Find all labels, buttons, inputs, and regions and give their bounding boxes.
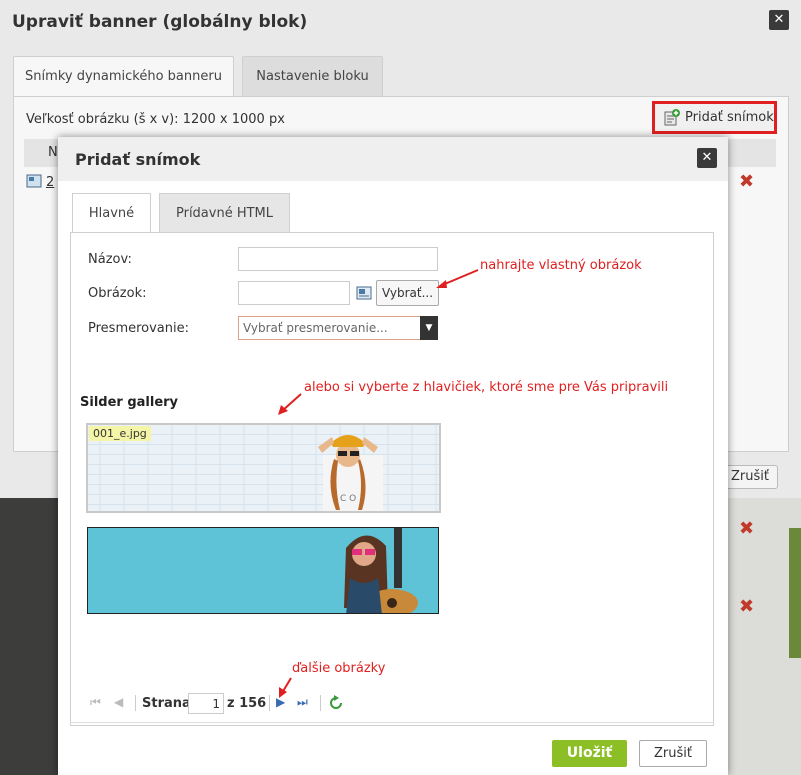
add-slide-button[interactable]: Pridať snímok	[652, 101, 777, 134]
pager-separator	[269, 695, 270, 711]
gallery-title: Silder gallery	[80, 395, 179, 410]
image-browse-icon[interactable]	[356, 285, 372, 301]
background-green-strip	[789, 528, 801, 658]
previous-page-icon[interactable]: ◀	[114, 695, 123, 709]
image-icon	[26, 174, 42, 188]
column-header-fragment: N	[48, 145, 58, 160]
pager-separator	[135, 695, 136, 711]
tab-block-settings[interactable]: Nastavenie bloku	[242, 56, 383, 96]
cancel-button[interactable]: Zrušiť	[639, 740, 707, 767]
tab-additional-html[interactable]: Prídavné HTML	[159, 193, 290, 233]
annotation-choose: alebo si vyberte z hlavičiek, ktoré sme …	[304, 380, 669, 395]
refresh-icon[interactable]	[328, 695, 344, 711]
delete-slide-icon[interactable]: ✖	[739, 171, 754, 192]
close-add-slide-button[interactable]: ✕	[697, 148, 717, 168]
gallery-pager: ⏮ ◀ Strana z 156 ▶ ⏭	[88, 693, 688, 714]
chevron-down-icon[interactable]: ▼	[420, 316, 438, 340]
arrow-icon	[278, 393, 302, 415]
gallery-thumbnail[interactable]	[87, 527, 439, 614]
footer-divider	[70, 722, 714, 723]
last-page-icon[interactable]: ⏭	[297, 695, 308, 710]
close-dialog-button[interactable]: ✕	[769, 10, 789, 30]
add-slide-dialog: Pridať snímok ✕ Hlavné Prídavné HTML Náz…	[58, 137, 728, 775]
arrow-icon	[436, 269, 479, 288]
annotation-upload: nahrajte vlastný obrázok	[480, 258, 642, 273]
main-tab-panel: Názov: Obrázok: Vybrať... Presmerovanie:…	[70, 232, 714, 726]
redirect-label: Presmerovanie:	[88, 321, 190, 336]
annotation-more: ďalšie obrázky	[292, 661, 386, 676]
add-slide-dialog-title: Pridať snímok	[75, 150, 201, 169]
thumbnail-filename: 001_e.jpg	[89, 426, 151, 441]
image-label: Obrázok:	[88, 286, 147, 301]
image-size-label: Veľkosť obrázku (š x v): 1200 x 1000 px	[26, 112, 285, 127]
dialog-title: Upraviť banner (globálny blok)	[12, 12, 308, 32]
add-slide-label: Pridať snímok	[685, 110, 774, 125]
first-page-icon[interactable]: ⏮	[90, 695, 101, 710]
redirect-select-value: Vybrať presmerovanie...	[243, 321, 388, 335]
tab-main[interactable]: Hlavné	[72, 193, 151, 234]
save-button[interactable]: Uložiť	[552, 740, 627, 767]
next-page-icon[interactable]: ▶	[276, 695, 285, 709]
slide-link[interactable]: 2	[46, 175, 54, 190]
choose-image-button[interactable]: Vybrať...	[376, 280, 440, 306]
image-input[interactable]	[238, 281, 350, 305]
add-slide-dialog-header: Pridať snímok ✕	[58, 137, 728, 181]
delete-icon[interactable]: ✖	[739, 518, 754, 539]
page-number-input[interactable]	[188, 693, 224, 714]
svg-text:C O: C O	[340, 494, 356, 504]
name-label: Názov:	[88, 252, 132, 267]
tab-dynamic-banner-slides[interactable]: Snímky dynamického banneru	[13, 56, 234, 97]
redirect-select[interactable]: Vybrať presmerovanie... ▼	[238, 316, 438, 340]
pager-separator	[320, 695, 321, 711]
gallery-thumbnail[interactable]: C O 001_e.jpg	[86, 423, 441, 513]
page-count-label: z 156	[227, 696, 267, 711]
delete-icon[interactable]: ✖	[739, 596, 754, 617]
add-document-icon	[664, 108, 680, 125]
thumbnail-image-girl-with-guitar	[88, 528, 438, 613]
page-label: Strana	[142, 696, 191, 711]
name-input[interactable]	[238, 247, 438, 271]
